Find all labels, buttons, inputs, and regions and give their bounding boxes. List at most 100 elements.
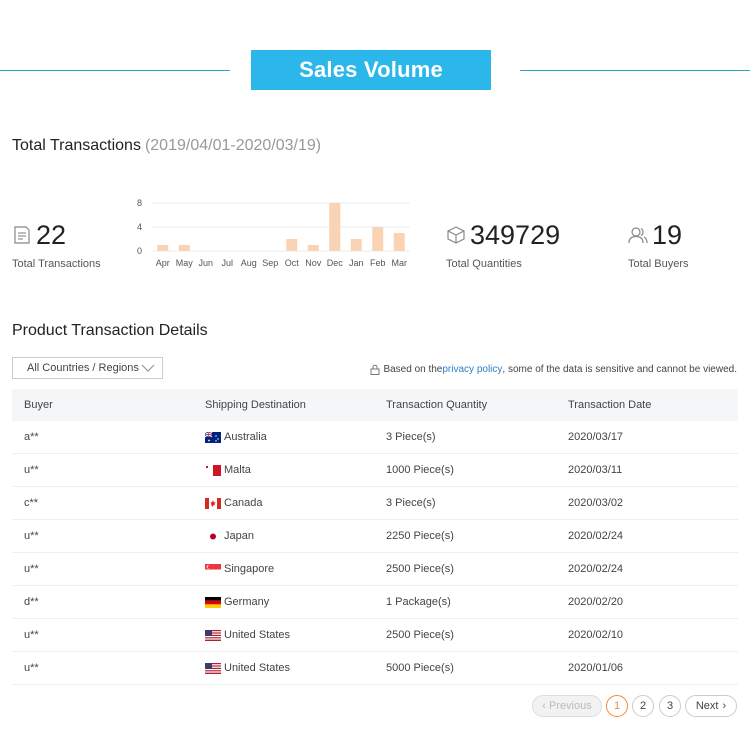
table-row: u** United States 2500 Piece(s) 2020/02/10 bbox=[12, 619, 738, 652]
x-tick-label: Feb bbox=[370, 258, 386, 268]
table-header: Buyer Shipping Destination Transaction Q… bbox=[12, 389, 738, 421]
quantity-cell: 1000 Piece(s) bbox=[386, 464, 454, 476]
date-range: (2019/04/01-2020/03/19) bbox=[144, 137, 322, 154]
x-tick-label: May bbox=[176, 258, 194, 268]
previous-label: Previous bbox=[548, 700, 592, 712]
date-cell: 2020/02/20 bbox=[568, 596, 624, 608]
x-tick-label: Apr bbox=[156, 258, 170, 268]
buyer-cell: a** bbox=[24, 431, 39, 443]
date-cell: 2020/02/10 bbox=[568, 629, 624, 641]
bar-feb bbox=[372, 227, 384, 251]
date-cell: 2020/03/11 bbox=[568, 464, 623, 476]
destination-name: Australia bbox=[224, 431, 267, 443]
chevron-down-icon bbox=[141, 364, 155, 372]
transactions-table: Buyer Shipping Destination Transaction Q… bbox=[12, 389, 738, 685]
total-quantities-value: 349729 bbox=[470, 220, 561, 250]
bar-apr bbox=[157, 245, 169, 251]
users-icon bbox=[628, 227, 648, 244]
x-tick-label: Mar bbox=[392, 258, 408, 268]
x-tick-label: Jan bbox=[349, 258, 364, 268]
date-cell: 2020/01/06 bbox=[568, 662, 624, 674]
chevron-right-icon: › bbox=[722, 700, 727, 712]
page-button-2[interactable]: 2 bbox=[632, 695, 654, 717]
x-tick-label: Sep bbox=[262, 258, 278, 268]
destination-name: Japan bbox=[224, 530, 254, 542]
total-transactions-value: 22 bbox=[36, 220, 67, 250]
column-header-date: Transaction Date bbox=[568, 399, 652, 411]
flag-mt-icon bbox=[205, 464, 221, 476]
previous-page-button[interactable]: ‹ Previous bbox=[532, 695, 602, 717]
table-row: u** United States 5000 Piece(s) 2020/01/06 bbox=[12, 652, 738, 685]
y-tick-label: 8 bbox=[137, 198, 142, 208]
bar-jan bbox=[350, 239, 362, 251]
x-tick-label: Aug bbox=[241, 258, 257, 268]
destination-name: Germany bbox=[224, 596, 270, 608]
box-icon bbox=[447, 226, 465, 244]
next-label: Next bbox=[695, 700, 719, 712]
destination-cell: Singapore bbox=[205, 563, 386, 575]
flag-sg-icon bbox=[205, 563, 221, 575]
buyer-cell: c** bbox=[24, 497, 39, 509]
transactions-title-text: Total Transactions bbox=[12, 137, 141, 154]
flag-jp-icon bbox=[205, 530, 221, 542]
destination-cell: United States bbox=[205, 662, 386, 674]
privacy-text-before: Based on the bbox=[383, 364, 443, 375]
quantity-cell: 5000 Piece(s) bbox=[386, 662, 454, 674]
table-row: c** Canada 3 Piece(s) 2020/03/02 bbox=[12, 487, 738, 520]
region-filter-value: All Countries / Regions bbox=[27, 362, 139, 374]
bar-nov bbox=[307, 245, 319, 251]
privacy-policy-link[interactable]: privacy policy bbox=[442, 364, 502, 375]
total-transactions-label: Total Transactions bbox=[12, 258, 101, 270]
buyer-cell: d** bbox=[24, 596, 39, 608]
header-divider-right bbox=[520, 70, 750, 71]
table-body: a** Australia 3 Piece(s) 2020/03/17 u** Malta… bbox=[12, 421, 738, 685]
destination-name: United States bbox=[224, 662, 291, 674]
destination-name: Singapore bbox=[224, 563, 275, 575]
details-title: Product Transaction Details bbox=[12, 322, 208, 339]
flag-au-icon bbox=[204, 431, 221, 443]
chevron-left-icon: ‹ bbox=[542, 700, 546, 712]
column-header-quantity: Transaction Quantity bbox=[386, 399, 488, 411]
header-divider-left bbox=[0, 70, 230, 71]
quantity-cell: 3 Piece(s) bbox=[386, 431, 436, 443]
stat-total-buyers: 19 Total Buyers bbox=[628, 219, 689, 270]
destination-name: Malta bbox=[224, 464, 251, 476]
table-row: u** Malta 1000 Piece(s) 2020/03/11 bbox=[12, 454, 738, 487]
monthly-transactions-chart: 0 4 8 Apr May Jun Jul Aug Sep Oct Nov Dec Jan Feb Mar bbox=[137, 198, 410, 268]
bar-mar bbox=[393, 233, 405, 251]
table-row: a** Australia 3 Piece(s) 2020/03/17 bbox=[12, 421, 738, 454]
x-tick-label: Nov bbox=[305, 258, 322, 268]
page-button-3[interactable]: 3 bbox=[659, 695, 681, 717]
flag-ca-icon bbox=[205, 497, 221, 509]
date-cell: 2020/02/24 bbox=[568, 563, 624, 575]
destination-cell: Malta bbox=[205, 464, 386, 476]
date-cell: 2020/03/17 bbox=[568, 431, 624, 443]
total-buyers-label: Total Buyers bbox=[628, 258, 689, 270]
destination-cell: United States bbox=[205, 629, 386, 641]
date-cell: 2020/02/24 bbox=[568, 530, 624, 542]
y-tick-label: 0 bbox=[137, 246, 142, 256]
next-page-button[interactable]: Next › bbox=[685, 695, 737, 717]
total-buyers-value: 19 bbox=[652, 220, 683, 250]
privacy-text-after: , some of the data is sensitive and cann… bbox=[502, 364, 737, 375]
quantity-cell: 1 Package(s) bbox=[386, 596, 451, 608]
buyer-cell: u** bbox=[24, 563, 39, 575]
destination-cell: Japan bbox=[205, 530, 386, 542]
buyer-cell: u** bbox=[24, 530, 39, 542]
quantity-cell: 2500 Piece(s) bbox=[386, 629, 454, 641]
quantity-cell: 2500 Piece(s) bbox=[386, 563, 454, 575]
column-header-buyer: Buyer bbox=[24, 399, 53, 411]
x-tick-label: Jul bbox=[221, 258, 233, 268]
quantity-cell: 3 Piece(s) bbox=[386, 497, 436, 509]
page-button-1[interactable]: 1 bbox=[606, 695, 628, 717]
flag-us-icon bbox=[205, 629, 221, 641]
region-filter-dropdown[interactable]: All Countries / Regions bbox=[12, 357, 163, 379]
transactions-title: Total Transactions (2019/04/01-2020/03/19… bbox=[12, 137, 321, 155]
bar-oct bbox=[286, 239, 298, 251]
bar-dec bbox=[329, 203, 341, 251]
table-row: u** Japan 2250 Piece(s) 2020/02/24 bbox=[12, 520, 738, 553]
buyer-cell: u** bbox=[24, 662, 39, 674]
destination-cell: Australia bbox=[204, 431, 386, 443]
flag-us-icon bbox=[205, 662, 221, 674]
destination-cell: Canada bbox=[205, 497, 386, 509]
